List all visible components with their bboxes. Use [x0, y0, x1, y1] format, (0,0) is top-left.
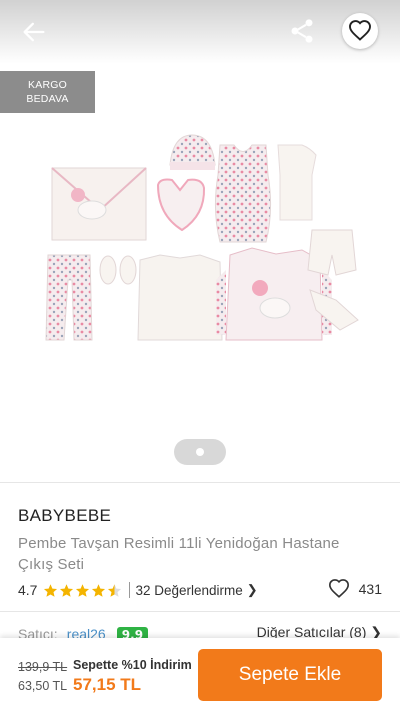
gallery-pager[interactable] [174, 439, 226, 465]
like-button[interactable]: 431 [327, 578, 382, 600]
star-full-icon [76, 583, 90, 597]
old-price: 139,9 TL [18, 660, 68, 674]
star-full-icon [92, 583, 106, 597]
star-full-icon [44, 583, 58, 597]
star-full-icon [60, 583, 74, 597]
current-price: 63,50 TL [18, 679, 68, 693]
favorite-button[interactable] [342, 13, 378, 49]
product-brand[interactable]: BABYBEBE [18, 506, 111, 526]
product-gallery[interactable]: KARGO BEDAVA [0, 0, 400, 482]
share-button[interactable] [288, 17, 316, 45]
heart-outline-icon [349, 20, 371, 41]
back-button[interactable] [20, 18, 48, 46]
rating-value: 4.7 [18, 582, 38, 598]
bottom-cart-bar: 139,9 TL 63,50 TL Sepette %10 İndirim 57… [0, 638, 400, 711]
badge-line-2: BEDAVA [26, 93, 69, 105]
basket-discount-label: Sepette %10 İndirim [73, 658, 192, 672]
chevron-right-icon: ❯ [246, 582, 258, 597]
divider [0, 611, 400, 612]
reviews-link[interactable]: 32 Değerlendirme ❯ [135, 582, 257, 598]
star-half-icon [108, 583, 122, 597]
product-title: Pembe Tavşan Resimli 11li Yenidoğan Hast… [18, 535, 340, 573]
like-count: 431 [358, 581, 382, 597]
rating-row: 4.7 32 Değerlendirme ❯ 431 [18, 579, 382, 601]
top-shade [0, 0, 400, 64]
share-icon [291, 19, 313, 43]
arrow-left-icon [23, 22, 45, 42]
divider [0, 482, 400, 483]
add-to-cart-button[interactable]: Sepete Ekle [198, 649, 382, 701]
separator [129, 582, 131, 598]
reviews-label: 32 Değerlendirme [135, 582, 243, 598]
heart-outline-icon [328, 579, 349, 598]
product-image [45, 134, 359, 341]
rating-stars [43, 583, 123, 598]
basket-price: 57,15 TL [73, 675, 142, 694]
free-shipping-badge: KARGO BEDAVA [0, 71, 95, 113]
pager-dot-active [196, 448, 204, 456]
badge-line-1: KARGO [28, 79, 67, 91]
